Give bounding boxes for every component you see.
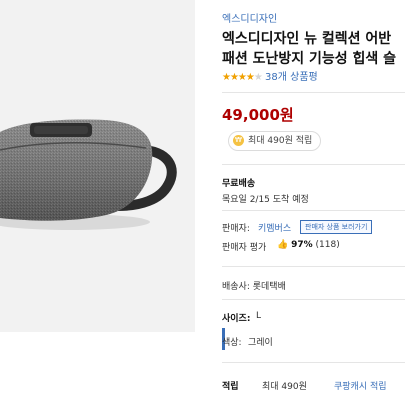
star-rating-icon: ★★★★★ <box>222 72 263 83</box>
rating-summary[interactable]: ★★★★★ 38개 상품평 <box>222 68 318 83</box>
coupang-cash-link[interactable]: 쿠팡캐시 적립 <box>334 379 387 392</box>
divider <box>222 210 405 211</box>
product-info-panel: 엑스디디자인 엑스디디자인 뉴 컬렉션 어반 패션 도난방지 기능성 힙색 슬 … <box>222 0 405 405</box>
divider <box>222 299 405 300</box>
sale-price: 49,000원 <box>222 106 294 124</box>
seller-products-button[interactable]: 판매자 상품 보러가기 <box>300 220 373 234</box>
reward-text: 최대 490원 적립 <box>248 136 313 146</box>
points-label: 적립 <box>222 382 239 392</box>
color-value[interactable]: 그레이 <box>248 335 273 348</box>
sling-bag-illustration <box>0 119 177 230</box>
product-title-line-2: 패션 도난방지 기능성 힙색 슬 <box>222 51 397 67</box>
seller-label: 판매자: <box>222 224 250 234</box>
coin-icon: ₩ <box>233 135 244 146</box>
divider <box>222 362 405 363</box>
divider <box>222 164 405 165</box>
shipping-title: 무료배송 <box>222 179 256 189</box>
product-image <box>0 0 195 332</box>
size-value[interactable]: L <box>256 311 261 321</box>
review-count: 38개 상품평 <box>265 72 318 83</box>
points-text: 최대 490원 <box>262 382 307 392</box>
divider <box>222 92 405 93</box>
seller-rating-percent: 97% <box>291 240 313 250</box>
thumbs-up-icon: 👍 <box>277 240 289 250</box>
seller-name-link[interactable]: 키멤버스 <box>258 221 291 234</box>
seller-rating-label: 판매자 평가 <box>222 243 267 253</box>
divider <box>222 266 405 267</box>
seller-rating-count: (118) <box>315 240 340 250</box>
seller-rating-value: 👍 97% (118) <box>277 240 340 250</box>
brand-link[interactable]: 엑스디디자인 <box>222 10 277 25</box>
delivery-company: 배송사: 롯데택배 <box>222 282 286 292</box>
color-label: 색상: <box>222 338 242 348</box>
size-label: 사이즈: <box>222 314 251 324</box>
product-title-line-1: 엑스디디자인 뉴 컬렉션 어반 <box>222 31 392 47</box>
shipping-eta: 목요일 2/15 도착 예정 <box>222 195 309 205</box>
reward-badge: ₩ 최대 490원 적립 <box>228 131 322 151</box>
